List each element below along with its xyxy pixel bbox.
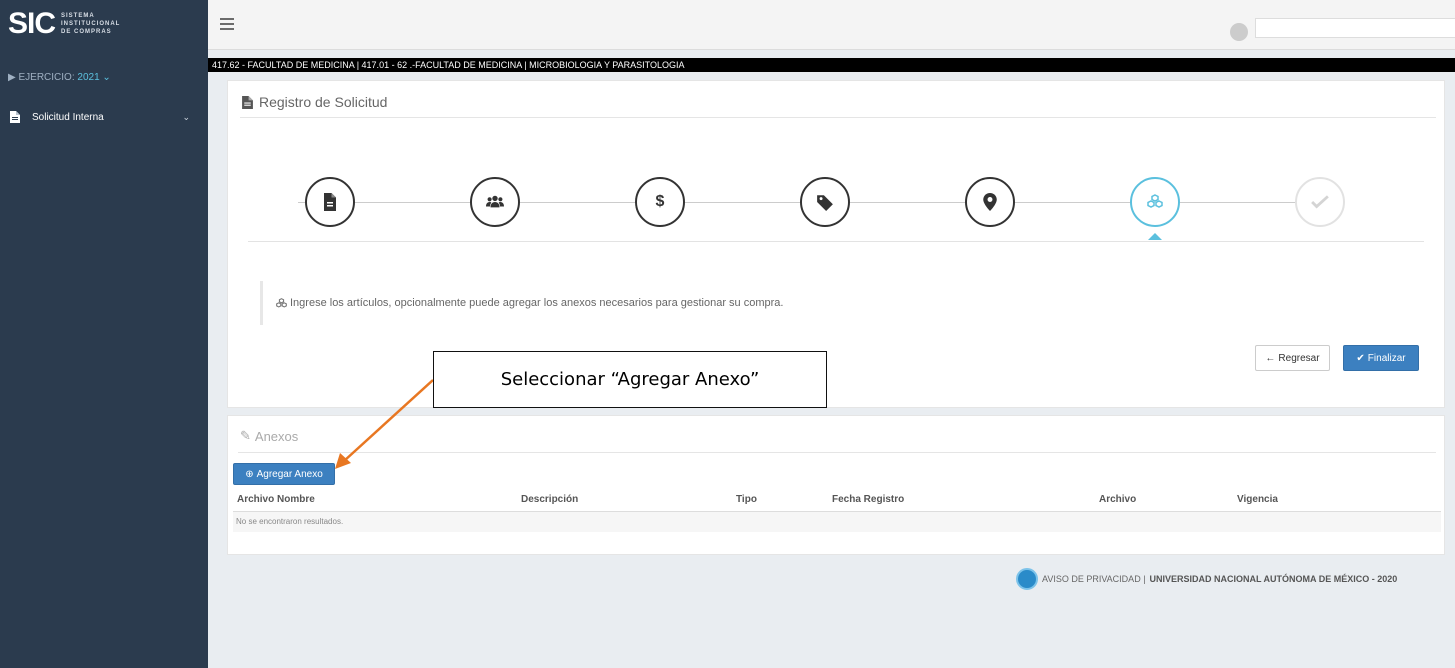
document-icon (242, 95, 253, 109)
divider (248, 241, 1424, 242)
regresar-label: Regresar (1278, 352, 1320, 364)
agregar-anexo-button[interactable]: ⊕ Agregar Anexo (233, 463, 335, 485)
topbar (208, 0, 1455, 50)
dollar-icon: $ (655, 193, 665, 210)
cubes-icon (276, 297, 287, 308)
chevron-down-icon: ⌄ (102, 72, 111, 83)
chevron-down-icon: ⌄ (182, 111, 190, 122)
anexos-title-text: Anexos (254, 428, 299, 444)
annotation-box: Seleccionar “Agregar Anexo” (433, 351, 827, 408)
menu-icon[interactable] (220, 18, 234, 30)
check-icon (1311, 195, 1329, 209)
column-header-archivo-nombre[interactable]: Archivo Nombre (237, 494, 315, 505)
page-title-text: Registro de Solicitud (259, 94, 388, 110)
step-budget[interactable]: $ (635, 177, 685, 227)
step-articulos[interactable] (1130, 177, 1180, 227)
ejercicio-year: 2021 (77, 72, 100, 83)
divider (238, 452, 1436, 453)
logo-mark: SIC (8, 7, 56, 40)
tag-icon (817, 195, 833, 211)
document-icon (10, 111, 20, 123)
registro-panel: Registro de Solicitud $ Ingrese los artí… (227, 80, 1445, 408)
anexos-title: ✎ Anexos (240, 428, 298, 444)
app-logo[interactable]: SIC SISTEMA INSTITUCIONAL DE COMPRAS (0, 0, 208, 48)
footer-unam: UNIVERSIDAD NACIONAL AUTÓNOMA DE MÉXICO … (1149, 574, 1398, 584)
column-header-fecha-registro[interactable]: Fecha Registro (832, 494, 904, 505)
info-callout: Ingrese los artículos, opcionalmente pue… (260, 281, 783, 325)
document-icon (324, 193, 336, 211)
step-finalizar[interactable] (1295, 177, 1345, 227)
arrow-left-icon: ← (1265, 352, 1276, 364)
column-header-archivo[interactable]: Archivo (1099, 494, 1136, 505)
caret-right-icon: ▶ (8, 72, 16, 83)
user-field[interactable] (1255, 18, 1455, 38)
logo-text: SISTEMA INSTITUCIONAL DE COMPRAS (61, 12, 120, 36)
ejercicio-label: EJERCICIO: (18, 72, 75, 83)
finalizar-label: Finalizar (1367, 352, 1406, 364)
check-icon: ✔ (1356, 352, 1365, 364)
step-users[interactable] (470, 177, 520, 227)
cubes-icon (1147, 194, 1163, 208)
plus-circle-icon: ⊕ (245, 468, 254, 480)
aviso-privacidad-link[interactable]: AVISO DE PRIVACIDAD | (1042, 574, 1146, 584)
finalizar-button[interactable]: ✔ Finalizar (1343, 345, 1419, 371)
divider (240, 117, 1436, 118)
column-header-vigencia[interactable]: Vigencia (1237, 494, 1278, 505)
regresar-button[interactable]: ← Regresar (1255, 345, 1330, 371)
logo-line-2: INSTITUCIONAL (61, 21, 121, 27)
footer: AVISO DE PRIVACIDAD | UNIVERSIDAD NACION… (1016, 568, 1397, 590)
logo-line-3: DE COMPRAS (61, 29, 112, 35)
column-header-descripcion[interactable]: Descripción (521, 494, 578, 505)
step-location[interactable] (965, 177, 1015, 227)
sidebar-item-label: Solicitud Interna (32, 111, 104, 123)
unam-logo (1016, 568, 1038, 590)
page-title: Registro de Solicitud (242, 94, 387, 110)
callout-text: Ingrese los artículos, opcionalmente pue… (290, 297, 784, 309)
step-tags[interactable] (800, 177, 850, 227)
anexos-panel: ✎ Anexos ⊕ Agregar Anexo Archivo Nombre … (227, 415, 1445, 555)
map-marker-icon (983, 193, 997, 211)
paperclip-icon: ✎ (240, 428, 251, 443)
agregar-anexo-label: Agregar Anexo (256, 468, 323, 480)
users-icon (486, 195, 504, 208)
ejercicio-selector[interactable]: ▶ EJERCICIO: 2021 ⌄ (8, 72, 111, 83)
active-step-pointer (1148, 233, 1162, 240)
sidebar-item-solicitud-interna[interactable]: Solicitud Interna ⌄ (10, 111, 190, 123)
step-general[interactable] (305, 177, 355, 227)
table-empty-row: No se encontraron resultados. (233, 512, 1441, 532)
breadcrumb: 417.62 - FACULTAD DE MEDICINA | 417.01 -… (208, 58, 1455, 72)
logo-line-1: SISTEMA (61, 13, 95, 19)
column-header-tipo[interactable]: Tipo (736, 494, 757, 505)
sidebar: SIC SISTEMA INSTITUCIONAL DE COMPRAS ▶ E… (0, 0, 208, 668)
avatar[interactable] (1230, 23, 1248, 41)
